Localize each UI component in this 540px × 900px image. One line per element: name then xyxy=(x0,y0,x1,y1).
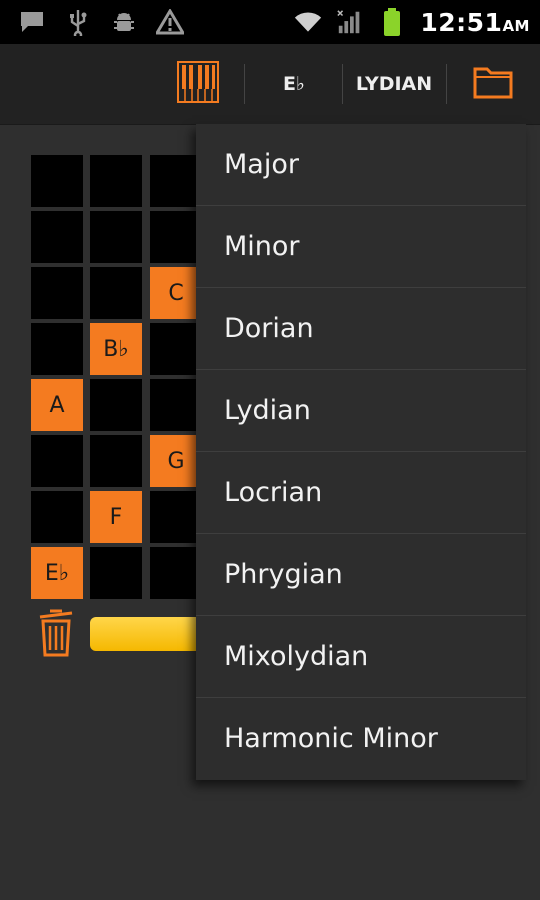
grid-cell[interactable] xyxy=(90,211,142,263)
scale-menu: Major Minor Dorian Lydian Locrian Phrygi… xyxy=(196,124,526,780)
piano-button[interactable] xyxy=(166,44,230,124)
grid-cell[interactable] xyxy=(31,491,83,543)
grid-cell[interactable] xyxy=(150,155,202,207)
note-label: G xyxy=(167,448,185,474)
menu-item-phrygian[interactable]: Phrygian xyxy=(196,534,526,616)
clock-ampm: AM xyxy=(502,16,530,35)
menu-item-mixolydian[interactable]: Mixolydian xyxy=(196,616,526,698)
mode-selector-button[interactable]: LYDIAN xyxy=(348,44,440,124)
grid-cell-note-f[interactable]: F xyxy=(90,491,142,543)
grid-cell[interactable] xyxy=(90,547,142,599)
grid-cell[interactable] xyxy=(150,323,202,375)
grid-cell-note-g[interactable]: G xyxy=(150,435,202,487)
grid-cell[interactable] xyxy=(31,435,83,487)
grid-cell-note-a[interactable]: A xyxy=(31,379,83,431)
grid-cell[interactable] xyxy=(31,155,83,207)
key-selector-button[interactable]: E♭ xyxy=(250,44,338,124)
android-debug-icon xyxy=(110,8,138,36)
note-label: B♭ xyxy=(103,336,129,362)
menu-item-harmonic-minor[interactable]: Harmonic Minor xyxy=(196,698,526,779)
delete-button[interactable] xyxy=(38,605,74,657)
grid-cell[interactable] xyxy=(90,379,142,431)
grid-cell[interactable] xyxy=(150,491,202,543)
folder-button[interactable] xyxy=(458,44,528,124)
grid-cell[interactable] xyxy=(90,435,142,487)
menu-item-major[interactable]: Major xyxy=(196,124,526,206)
folder-icon xyxy=(473,65,513,103)
warning-icon xyxy=(156,8,184,36)
action-divider xyxy=(342,64,343,104)
note-label: F xyxy=(109,504,123,530)
signal-icon xyxy=(336,8,364,36)
menu-item-dorian[interactable]: Dorian xyxy=(196,288,526,370)
action-divider xyxy=(446,64,447,104)
grid-cell[interactable] xyxy=(150,379,202,431)
grid-cell[interactable] xyxy=(90,267,142,319)
grid-cell[interactable] xyxy=(31,323,83,375)
status-clock: 12:51AM xyxy=(420,8,530,37)
battery-icon xyxy=(378,8,406,36)
trash-icon xyxy=(38,609,74,661)
note-label: C xyxy=(168,280,184,306)
menu-item-lydian[interactable]: Lydian xyxy=(196,370,526,452)
grid-cell-note-eb[interactable]: E♭ xyxy=(31,547,83,599)
mode-label: LYDIAN xyxy=(355,73,433,95)
grid-cell[interactable] xyxy=(90,155,142,207)
note-label: A xyxy=(49,392,65,418)
key-label: E♭ xyxy=(283,73,305,95)
menu-item-minor[interactable]: Minor xyxy=(196,206,526,288)
grid-cell[interactable] xyxy=(31,211,83,263)
grid-cell[interactable] xyxy=(150,211,202,263)
wifi-icon xyxy=(294,8,322,36)
grid-cell-note-bb[interactable]: B♭ xyxy=(90,323,142,375)
usb-icon xyxy=(64,8,92,36)
menu-item-locrian[interactable]: Locrian xyxy=(196,452,526,534)
action-divider xyxy=(244,64,245,104)
piano-icon xyxy=(177,61,219,107)
status-bar: 12:51AM xyxy=(0,0,540,44)
grid-cell[interactable] xyxy=(150,547,202,599)
clock-time: 12:51 xyxy=(420,7,503,37)
message-icon xyxy=(18,8,46,36)
grid-cell-note-c[interactable]: C xyxy=(150,267,202,319)
action-bar: E♭ LYDIAN xyxy=(0,44,540,125)
grid-cell[interactable] xyxy=(31,267,83,319)
note-label: E♭ xyxy=(44,560,70,586)
